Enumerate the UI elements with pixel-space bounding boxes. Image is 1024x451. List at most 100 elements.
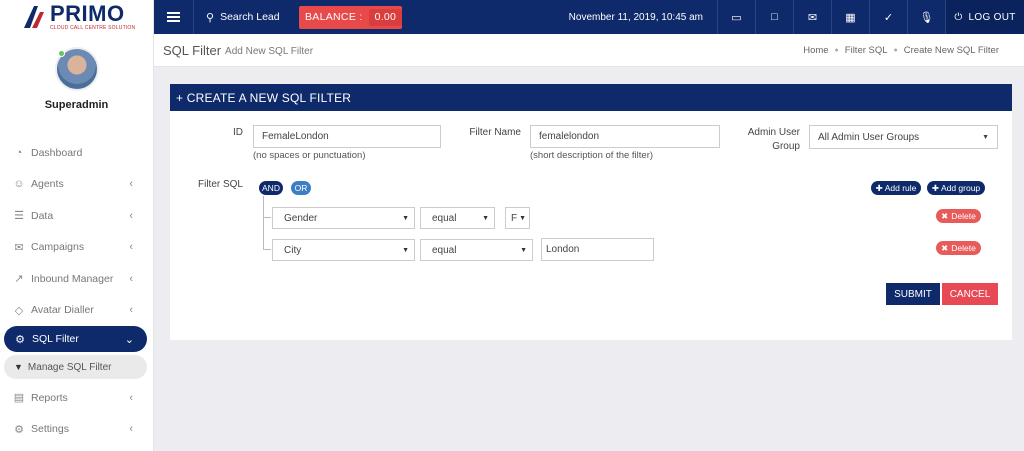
page-title: SQL Filter — [163, 42, 222, 58]
admin-user-group-select[interactable]: All Admin User Groups ▼ — [809, 125, 998, 149]
rule-tree-branch — [263, 249, 271, 250]
add-group-label: Add group — [940, 183, 981, 193]
sidebar-item-avatar-dialler[interactable]: ◇ Avatar Dialler ‹ — [0, 295, 153, 327]
add-rule-button[interactable]: ✚ Add rule — [871, 181, 921, 195]
search-icon: ⚲ — [206, 11, 215, 24]
close-icon: ✖ — [941, 242, 949, 253]
delete-rule-button[interactable]: ✖ Delete — [936, 209, 981, 223]
sidebar-item-sql-filter[interactable]: ⚙ SQL Filter ⌄ — [4, 326, 147, 352]
sidebar-item-label: Data — [31, 209, 54, 222]
rule-field-value: City — [284, 244, 302, 256]
power-icon: ⏻ — [954, 11, 963, 23]
submit-button[interactable]: SUBMIT — [886, 283, 940, 305]
page-header: SQL Filter Add New SQL Filter Home ● Fil… — [154, 34, 1024, 67]
gear-icon: ⚙ — [15, 333, 25, 346]
sidebar-item-label: Settings — [31, 423, 69, 436]
sidebar-item-inbound-manager[interactable]: ↗ Inbound Manager ‹ — [0, 263, 153, 295]
sidebar-item-reports[interactable]: ▤ Reports ‹ — [0, 382, 153, 414]
page-subtitle: Add New SQL Filter — [225, 45, 314, 57]
sidebar-item-dashboard[interactable]: ◔ Dashboard — [0, 137, 153, 169]
sidebar-item-campaigns[interactable]: ✉ Campaigns ‹ — [0, 232, 153, 264]
delete-rule-button[interactable]: ✖ Delete — [936, 241, 981, 255]
sidebar-item-data[interactable]: ☰ Data ‹ — [0, 200, 153, 232]
rule-tree-branch — [263, 217, 271, 218]
microphone-icon[interactable]: 🎙 — [907, 0, 945, 34]
rule-operator-value: equal — [432, 244, 457, 256]
sidebar-subitem-label: Manage SQL Filter — [27, 361, 112, 373]
chevron-left-icon: ‹ — [129, 304, 133, 317]
rule-value: F — [511, 212, 518, 224]
reports-icon: ▤ — [13, 392, 25, 405]
id-input[interactable]: FemaleLondon — [253, 125, 441, 148]
add-rule-label: Add rule — [884, 183, 917, 193]
rule-value-input[interactable]: London — [541, 238, 654, 261]
campaigns-icon: ✉ — [14, 241, 24, 254]
settings-icon: ⚙ — [14, 423, 24, 436]
caret-down-icon: ▼ — [519, 214, 526, 222]
logout-button[interactable]: ⏻ LOG OUT — [945, 0, 1024, 34]
brand-logo[interactable]: PRIMO CLOUD CALL CENTRE SOLUTION — [0, 0, 153, 34]
sidebar-item-settings[interactable]: ⚙ Settings ‹ — [0, 414, 153, 446]
caret-down-icon: ▼ — [520, 246, 527, 254]
sidebar-item-agents[interactable]: ☺ Agents ‹ — [0, 169, 153, 201]
admin-user-group-label: Admin User Group — [740, 127, 800, 152]
breadcrumb-filter-sql[interactable]: Filter SQL — [845, 45, 888, 56]
admin-user-group-label-line1: Admin User — [747, 127, 800, 138]
plus-circle-icon: ✚ — [931, 182, 939, 193]
breadcrumb-home[interactable]: Home — [803, 45, 828, 56]
chevron-left-icon: ‹ — [129, 209, 133, 222]
chat-icon[interactable]: □ — [755, 0, 793, 34]
chevron-left-icon: ‹ — [129, 391, 133, 404]
caret-down-icon: ▼ — [402, 246, 409, 254]
rule-operator-select[interactable]: equal ▼ — [420, 239, 533, 261]
add-group-button[interactable]: ✚ Add group — [927, 181, 985, 195]
sidebar-item-label: SQL Filter — [32, 333, 79, 345]
brand-tagline: CLOUD CALL CENTRE SOLUTION — [50, 25, 136, 31]
rule-field-select[interactable]: City ▼ — [272, 239, 415, 261]
create-filter-card: + CREATE A NEW SQL FILTER ID FemaleLondo… — [170, 84, 1012, 340]
balance-value: 0.00 — [368, 8, 403, 26]
tag-icon: ◇ — [14, 304, 24, 317]
id-help-text: (no spaces or punctuation) — [253, 150, 366, 161]
search-lead-button[interactable]: ⚲ Search Lead — [194, 11, 294, 24]
breadcrumb: Home ● Filter SQL ● Create New SQL Filte… — [803, 45, 999, 56]
breadcrumb-separator-icon: ● — [893, 46, 898, 54]
cancel-button[interactable]: CANCEL — [942, 283, 998, 305]
rule-operator-select[interactable]: equal ▼ — [420, 207, 495, 229]
logout-label: LOG OUT — [968, 11, 1016, 23]
agents-icon: ☺ — [13, 178, 25, 191]
and-condition-button[interactable]: AND — [259, 181, 283, 195]
check-circle-icon[interactable]: ✓ — [869, 0, 907, 34]
filter-name-input[interactable]: femalelondon — [530, 125, 720, 148]
balance-badge: BALANCE : 0.00 — [299, 5, 403, 29]
rule-field-value: Gender — [284, 212, 318, 224]
sidebar: PRIMO CLOUD CALL CENTRE SOLUTION Superad… — [0, 0, 154, 451]
sidebar-item-label: Dashboard — [31, 146, 83, 159]
sidebar-item-label: Agents — [31, 178, 64, 191]
logo-mark-icon — [24, 6, 44, 28]
user-profile: Superadmin — [0, 34, 153, 111]
search-lead-label: Search Lead — [220, 11, 280, 23]
grid-icon[interactable]: ▦ — [831, 0, 869, 34]
avatar[interactable] — [54, 47, 99, 91]
rule-tree-line — [263, 196, 264, 249]
sidebar-subitem-manage-sql-filter[interactable]: ▼ Manage SQL Filter — [4, 355, 147, 379]
plus-circle-icon: ✚ — [875, 182, 883, 193]
caret-down-icon: ▼ — [482, 214, 489, 222]
filter-icon: ▼ — [14, 362, 23, 372]
admin-user-group-value: All Admin User Groups — [818, 131, 920, 143]
inbound-icon: ↗ — [14, 273, 24, 286]
sidebar-item-label: Avatar Dialler — [31, 304, 94, 317]
admin-user-group-label-line2: Group — [772, 141, 800, 152]
book-icon[interactable]: ▭ — [717, 0, 755, 34]
card-header: + CREATE A NEW SQL FILTER — [170, 84, 1012, 111]
mail-icon[interactable]: ✉ — [793, 0, 831, 34]
rule-value-select[interactable]: F ▼ — [505, 207, 530, 229]
sidebar-item-label: Reports — [31, 391, 68, 404]
menu-toggle-icon[interactable] — [154, 0, 194, 34]
top-navbar: ⚲ Search Lead BALANCE : 0.00 November 11… — [154, 0, 1024, 34]
rule-field-select[interactable]: Gender ▼ — [272, 207, 415, 229]
id-label: ID — [233, 127, 243, 138]
or-condition-button[interactable]: OR — [291, 181, 311, 195]
sidebar-item-label: Inbound Manager — [31, 272, 114, 285]
